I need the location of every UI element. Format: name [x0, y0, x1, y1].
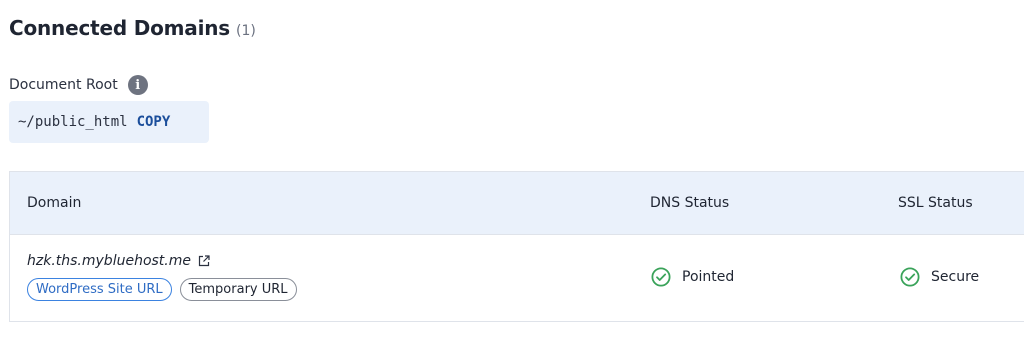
- domain-tags: WordPress Site URL Temporary URL: [27, 278, 305, 301]
- domain-name[interactable]: hzk.ths.mybluehost.me: [27, 253, 191, 269]
- ssl-status-text: Secure: [931, 269, 980, 285]
- external-link-icon[interactable]: [198, 255, 210, 267]
- domains-table: Domain DNS Status SSL Status hzk.ths.myb…: [9, 171, 1024, 322]
- ssl-status: Secure: [900, 267, 979, 287]
- info-icon[interactable]: i: [127, 75, 148, 95]
- document-root-path: ~/public_html: [18, 114, 128, 130]
- tag-wordpress-site-url: WordPress Site URL: [27, 278, 172, 301]
- domain-count: (1): [236, 23, 256, 39]
- copy-button[interactable]: COPY: [137, 114, 171, 130]
- connected-domains-panel: Connected Domains (1) Document Root i ~/…: [0, 0, 1024, 343]
- domain-link[interactable]: hzk.ths.mybluehost.me: [27, 253, 305, 269]
- column-header-domain: Domain: [27, 195, 82, 211]
- tag-temporary-url: Temporary URL: [179, 278, 297, 301]
- check-circle-icon: [900, 267, 920, 287]
- dns-status: Pointed: [651, 267, 734, 287]
- document-root-path-box: ~/public_html COPY: [9, 101, 209, 143]
- document-root-label: Document Root: [9, 77, 118, 93]
- table-row: hzk.ths.mybluehost.me WordPress Site URL…: [10, 235, 1024, 323]
- section-title: Connected Domains: [9, 16, 230, 40]
- column-header-dns-status: DNS Status: [650, 195, 730, 211]
- check-circle-icon: [651, 267, 671, 287]
- section-header: Connected Domains (1): [9, 16, 256, 40]
- document-root-header: Document Root i: [9, 75, 148, 95]
- table-header: Domain DNS Status SSL Status: [10, 172, 1024, 235]
- column-header-ssl-status: SSL Status: [898, 195, 973, 211]
- dns-status-text: Pointed: [682, 269, 735, 285]
- domain-cell: hzk.ths.mybluehost.me WordPress Site URL…: [27, 253, 305, 301]
